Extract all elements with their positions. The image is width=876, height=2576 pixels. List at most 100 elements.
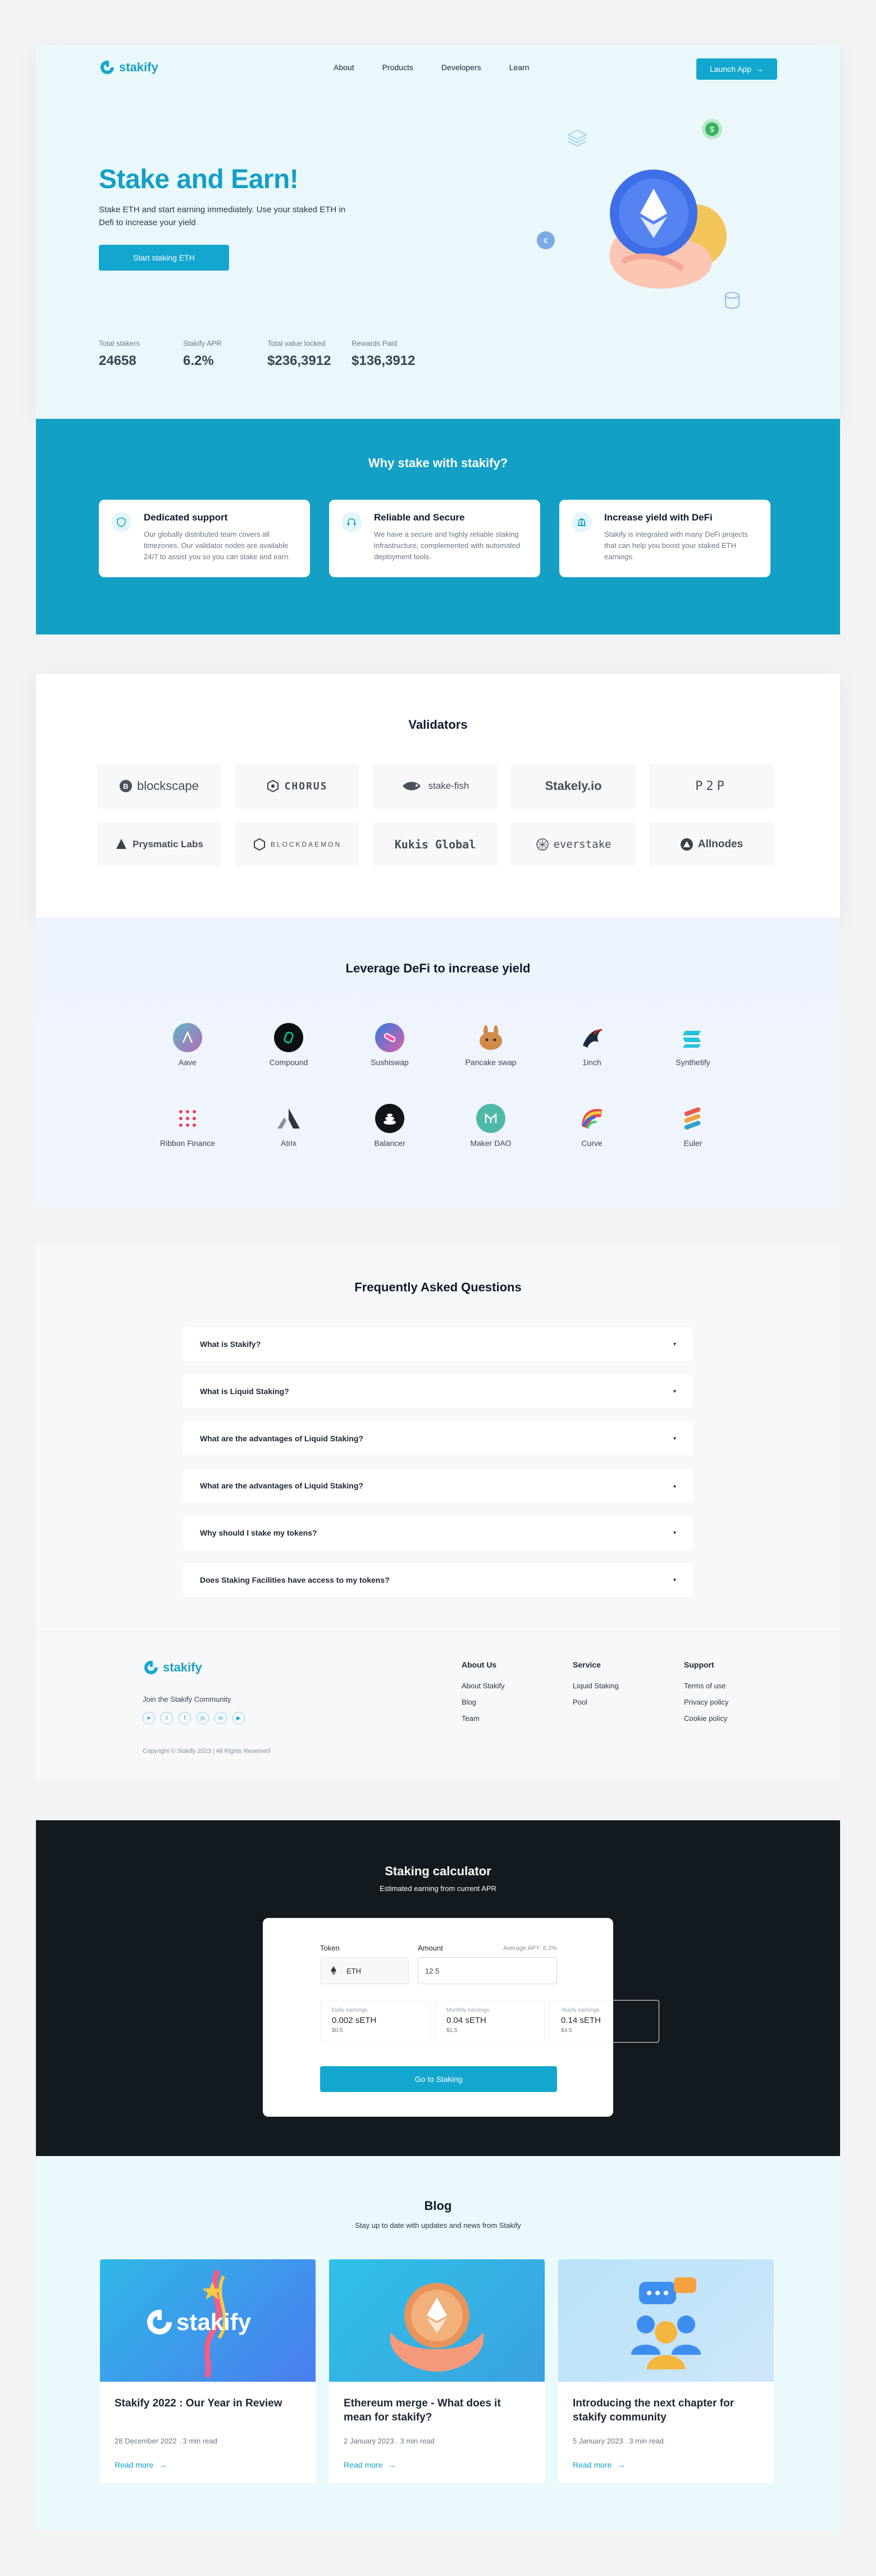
footer-link[interactable]: Liquid Staking [573, 1682, 684, 1690]
earnings-row: Daily earnings 0.002 sETH $0.5 Monthly e… [320, 2000, 659, 2043]
social-links: ➤ t f ◎ in ▶ [143, 1712, 245, 1724]
faq-item[interactable]: What are the advantages of Liquid Stakin… [183, 1422, 693, 1455]
defi-balancer[interactable]: Balancer [339, 1104, 440, 1148]
read-more-link[interactable]: Read more → [344, 2460, 396, 2469]
feature-text: Stakify is integrated with many DeFi pro… [604, 530, 748, 561]
defi-label: Maker DAO [470, 1139, 512, 1148]
validator-chorus[interactable]: CHORUS [235, 764, 359, 809]
footer-col-support: Support Terms of use Privacy policy Cook… [684, 1660, 795, 1730]
footer-link[interactable]: Privacy policy [684, 1698, 795, 1706]
calc-subtitle: Estimated earning from current APR [379, 1884, 497, 1893]
launch-app-button[interactable]: Launch App → [696, 58, 777, 80]
earnings-label: Monthly earnings [446, 2007, 490, 2013]
validator-name: BLOCKDAEMON [270, 841, 342, 848]
blog-post-card[interactable]: stakify Stakify 2022 : Our Year in Revie… [100, 2259, 316, 2483]
validator-blockdaemon[interactable]: BLOCKDAEMON [235, 822, 359, 867]
blog-subtitle: Stay up to date with updates and news fr… [355, 2221, 521, 2230]
validator-name: stake-fish [428, 780, 469, 791]
defi-1inch[interactable]: 1inch [541, 1023, 642, 1067]
footer-link[interactable]: Team [462, 1714, 573, 1723]
sushiswap-logo-icon [375, 1023, 404, 1052]
validator-name: Kukis Global [394, 838, 476, 851]
footer-link[interactable]: Blog [462, 1698, 573, 1706]
youtube-icon[interactable]: ▶ [232, 1712, 245, 1724]
defi-curve[interactable]: Curve [541, 1104, 642, 1148]
validator-prysmatic[interactable]: Prysmatic Labs [97, 822, 221, 867]
amount-input[interactable] [418, 1957, 557, 1984]
validator-blockscape[interactable]: B blockscape [97, 764, 221, 809]
defi-title: Leverage DeFi to increase yield [345, 961, 531, 975]
footer-link[interactable]: Pool [573, 1698, 684, 1706]
arrow-right-icon: → [388, 2460, 396, 2469]
twitter-icon[interactable]: t [161, 1712, 173, 1724]
start-staking-button[interactable]: Start staking ETH [99, 245, 229, 271]
defi-label: Curve [581, 1139, 603, 1148]
footer-col-service: Service Liquid Staking Pool [573, 1660, 684, 1730]
read-more-link[interactable]: Read more → [573, 2460, 625, 2469]
footer-logo[interactable]: stakify [143, 1659, 202, 1676]
why-cards: Dedicated support Our globally distribut… [99, 500, 770, 577]
validators-section: Validators B blockscape CHORUS stake-fis… [36, 674, 840, 917]
validator-stakely[interactable]: Stakely.io [511, 764, 636, 809]
allnodes-logo-icon [680, 838, 693, 851]
validator-name: CHORUS [284, 780, 328, 792]
pancakeswap-logo-icon [476, 1023, 505, 1052]
defi-compound[interactable]: Compound [238, 1023, 339, 1067]
stat-label: Total stakers [99, 339, 140, 348]
facebook-icon[interactable]: f [179, 1712, 191, 1724]
defi-aave[interactable]: Aave [137, 1023, 238, 1067]
faq-item[interactable]: What is Stakify? ▾ [183, 1327, 693, 1361]
everstake-logo-icon [536, 838, 549, 851]
footer-link[interactable]: About Stakify [462, 1682, 573, 1690]
arrow-right-icon: → [755, 65, 764, 74]
stat-value: 24658 [99, 353, 136, 368]
validator-p2p[interactable]: P2P [649, 764, 774, 809]
brand-name: stakify [163, 1660, 202, 1674]
defi-atrix[interactable]: Atrix [238, 1104, 339, 1148]
defi-ribbon[interactable]: Ribbon Finance [137, 1104, 238, 1148]
faq-item[interactable]: What are the advantages of Liquid Stakin… [183, 1469, 693, 1502]
defi-euler[interactable]: Euler [642, 1104, 743, 1148]
stat-value: $136,3912 [352, 353, 416, 368]
validator-stakefish[interactable]: stake-fish [373, 764, 498, 809]
nav-developers[interactable]: Developers [441, 63, 481, 72]
footer-link[interactable]: Terms of use [684, 1682, 795, 1690]
telegram-icon[interactable]: ➤ [143, 1712, 155, 1724]
blockdaemon-logo-icon [253, 838, 265, 851]
brand-name: stakify [119, 60, 158, 74]
validators-grid: B blockscape CHORUS stake-fish Stakely.i… [97, 764, 774, 867]
defi-sushiswap[interactable]: Sushiswap [339, 1023, 440, 1067]
validator-allnodes[interactable]: Allnodes [649, 822, 774, 867]
post-meta: 5 January 2023 . 3 min read [573, 2437, 664, 2445]
nav-learn[interactable]: Learn [509, 63, 530, 72]
faq-item[interactable]: Why should I stake my tokens? ▾ [183, 1516, 693, 1550]
defi-makerdao[interactable]: Maker DAO [440, 1104, 541, 1148]
blog-post-card[interactable]: Ethereum merge - What does it mean for s… [329, 2259, 545, 2483]
launch-app-label: Launch App [710, 65, 751, 74]
token-select[interactable]: ETH [320, 1957, 409, 1984]
faq-item[interactable]: Does Staking Facilities have access to m… [183, 1563, 693, 1597]
validator-kukis[interactable]: Kukis Global [373, 822, 498, 867]
why-section: Why stake with stakify? Dedicated suppor… [36, 419, 840, 634]
validator-everstake[interactable]: everstake [511, 822, 636, 867]
footer-col-title: About Us [462, 1660, 497, 1669]
linkedin-icon[interactable]: in [215, 1712, 227, 1724]
footer-link[interactable]: Cookie policy [684, 1714, 795, 1723]
read-more-link[interactable]: Read more → [115, 2460, 167, 2469]
banner-text: stakify [176, 2309, 252, 2335]
coin-stack-icon [725, 292, 740, 309]
blog-post-card[interactable]: Introducing the next chapter for stakify… [558, 2259, 774, 2483]
brand-logo[interactable]: stakify [99, 59, 158, 76]
faq-item[interactable]: What is Liquid Staking? ▾ [183, 1374, 693, 1408]
go-to-staking-button[interactable]: Go to Staking [320, 2066, 557, 2092]
defi-synthetify[interactable]: Synthetify [642, 1023, 743, 1067]
post-image [329, 2259, 545, 2382]
stat-rewards: Rewards Paid $136,3912 [352, 339, 436, 369]
hero-stats: Total stakers 24658 Stakify APR 6.2% Tot… [99, 339, 436, 369]
instagram-icon[interactable]: ◎ [197, 1712, 209, 1724]
nav-products[interactable]: Products [382, 63, 413, 72]
faq-question: What are the advantages of Liquid Stakin… [200, 1434, 363, 1443]
footer-columns: About Us About Stakify Blog Team Service… [462, 1660, 795, 1730]
defi-pancakeswap[interactable]: Pancake swap [440, 1023, 541, 1067]
nav-about[interactable]: About [334, 63, 354, 72]
